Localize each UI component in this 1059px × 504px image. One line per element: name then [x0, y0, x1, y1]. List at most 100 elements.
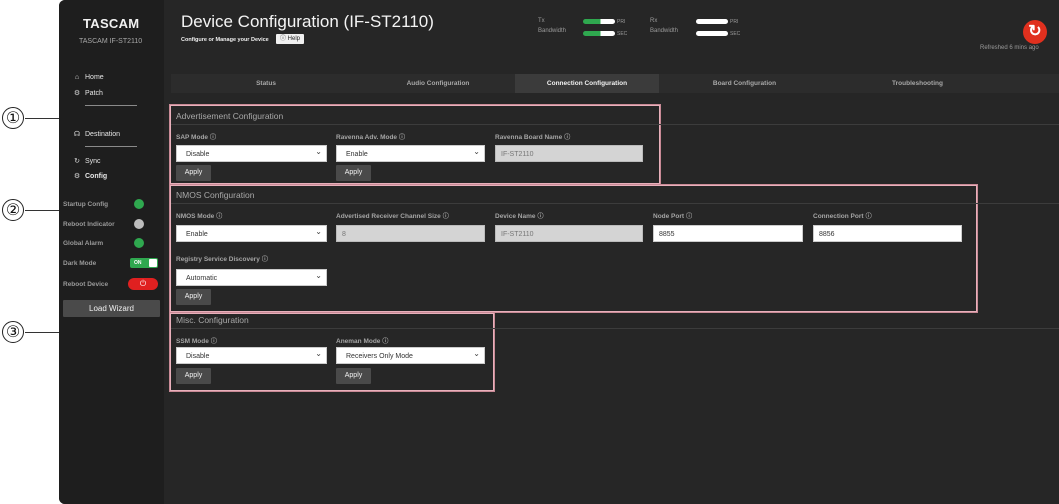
startup-config-row: Startup Config: [59, 194, 164, 214]
device-name: TASCAM IF-ST2110: [79, 38, 143, 45]
gears-icon: ⚙: [73, 173, 81, 180]
device-name-field[interactable]: IF-ST2110: [495, 225, 643, 242]
ssm-mode-select[interactable]: Disable: [176, 345, 327, 364]
sidebar-item-patch[interactable]: ⚙ Patch: [73, 89, 103, 98]
ravenna-adv-mode-select[interactable]: Enable: [336, 143, 485, 162]
rx-label: Rx: [650, 18, 658, 24]
tx-pri-bar: [583, 19, 615, 24]
tab-connection-configuration[interactable]: Connection Configuration: [515, 74, 659, 93]
device-name-label: Device Name ⓘ: [495, 213, 544, 220]
global-alarm-row: Global Alarm: [59, 233, 164, 253]
node-port-input[interactable]: 8855: [653, 225, 803, 242]
nav-divider: [85, 146, 137, 147]
brand-logo: TASCAM: [83, 16, 140, 31]
callout-1: ①: [2, 107, 24, 129]
section-divider: [171, 124, 1059, 125]
node-port-label: Node Port ⓘ: [653, 213, 693, 220]
connection-port-label: Connection Port ⓘ: [813, 213, 872, 220]
help-button[interactable]: ⓘ Help: [276, 34, 305, 44]
rx-sec-label: SEC: [730, 31, 741, 37]
ssm-mode-label: SSM Mode ⓘ: [176, 338, 217, 345]
nmos-mode-label: NMOS Mode ⓘ: [176, 213, 223, 220]
ravenna-board-name-field[interactable]: IF-ST2110: [495, 145, 643, 162]
sidebar-item-sync[interactable]: ↻ Sync: [73, 157, 101, 166]
home-icon: ⌂: [74, 74, 80, 81]
rx-pri-label: PRI: [730, 19, 739, 25]
apply-button[interactable]: Apply: [176, 165, 211, 181]
tab-board-configuration[interactable]: Board Configuration: [659, 74, 830, 93]
adv-receiver-channel-size-label: Advertised Receiver Channel Size ⓘ: [336, 213, 449, 220]
app-window: TASCAM TASCAM IF-ST2110 ⌂ Home ⚙ Patch ☊…: [59, 0, 1059, 504]
rx-pri-bar: [696, 19, 728, 24]
advertisement-section-title: Advertisement Configuration: [176, 111, 284, 121]
tab-status[interactable]: Status: [171, 74, 361, 93]
apply-button[interactable]: Apply: [176, 289, 211, 305]
info-icon: ⓘ: [686, 214, 693, 220]
sidebar-item-label: Sync: [85, 157, 101, 165]
sidebar-item-home[interactable]: ⌂ Home: [73, 74, 104, 81]
info-icon: ⓘ: [537, 214, 544, 220]
tx-bandwidth-label: Bandwidth: [538, 28, 567, 34]
registry-service-discovery-label: Registry Service Discovery ⓘ: [176, 256, 268, 263]
sidebar-item-label: Destination: [85, 130, 121, 138]
info-icon: ⓘ: [261, 257, 268, 263]
tab-audio-configuration[interactable]: Audio Configuration: [361, 74, 515, 93]
global-alarm-label: Global Alarm: [63, 239, 104, 247]
tx-pri-label: PRI: [617, 19, 626, 25]
registry-service-discovery-select[interactable]: Automatic: [176, 267, 327, 286]
misc-section-title: Misc. Configuration: [176, 315, 249, 325]
aneman-mode-select[interactable]: Receivers Only Mode: [336, 345, 485, 364]
aneman-mode-label: Aneman Mode ⓘ: [336, 338, 389, 345]
rx-sec-bar: [696, 31, 728, 36]
sap-mode-label: SAP Mode ⓘ: [176, 134, 217, 141]
sidebar-item-label: Home: [85, 74, 104, 81]
sidebar-item-label: Patch: [85, 89, 103, 97]
info-icon: ⓘ: [442, 214, 449, 220]
apply-button[interactable]: Apply: [176, 368, 211, 384]
callout-2: ②: [2, 199, 24, 221]
page-title: Device Configuration (IF-ST2110): [181, 12, 434, 31]
apply-button[interactable]: Apply: [336, 165, 371, 181]
dark-mode-label: Dark Mode: [63, 259, 97, 267]
section-divider: [171, 203, 1059, 204]
callout-3: ③: [2, 321, 24, 343]
help-label: Help: [287, 36, 301, 42]
refreshed-timestamp: Refreshed 6 mins ago: [980, 45, 1039, 51]
dark-mode-row: Dark Mode ON: [59, 253, 164, 273]
tab-troubleshooting[interactable]: Troubleshooting: [830, 74, 1005, 93]
reboot-indicator-light: [134, 219, 144, 229]
nmos-section-title: NMOS Configuration: [176, 190, 255, 200]
tx-label: Tx: [538, 18, 545, 24]
rx-bandwidth-label: Bandwidth: [650, 28, 679, 34]
headphones-icon: ☊: [73, 131, 81, 138]
patch-icon: ⚙: [73, 90, 81, 97]
info-icon: ⓘ: [564, 135, 571, 141]
tx-sec-label: SEC: [617, 31, 628, 37]
startup-config-label: Startup Config: [63, 200, 109, 208]
sap-mode-select[interactable]: Disable: [176, 143, 327, 162]
info-icon: ⓘ: [865, 214, 872, 220]
connection-port-input[interactable]: 8856: [813, 225, 962, 242]
global-alarm-light: [134, 238, 144, 248]
adv-receiver-channel-size-field[interactable]: 8: [336, 225, 485, 242]
info-icon: ⓘ: [210, 135, 217, 141]
sync-icon: ↻: [74, 158, 80, 165]
apply-button[interactable]: Apply: [336, 368, 371, 384]
dark-mode-toggle[interactable]: ON: [130, 258, 158, 268]
callout-box-2: [169, 184, 978, 313]
section-divider: [171, 328, 1059, 329]
sidebar-item-config[interactable]: ⚙ Config: [73, 172, 107, 181]
startup-config-indicator: [134, 199, 144, 209]
info-icon: ⓘ: [280, 36, 288, 42]
ravenna-board-name-label: Ravenna Board Name ⓘ: [495, 134, 571, 141]
refresh-icon[interactable]: ↻: [1023, 20, 1047, 44]
reboot-indicator-row: Reboot Indicator: [59, 214, 164, 234]
ravenna-adv-mode-label: Ravenna Adv. Mode ⓘ: [336, 134, 406, 141]
tx-sec-bar: [583, 31, 615, 36]
sidebar-item-destination[interactable]: ☊ Destination: [73, 130, 121, 139]
tab-bar: Status Audio Configuration Connection Co…: [171, 74, 1059, 93]
power-button[interactable]: ⏻: [128, 278, 158, 290]
load-wizard-button[interactable]: Load Wizard: [63, 300, 160, 317]
reboot-indicator-label: Reboot Indicator: [63, 220, 115, 228]
nmos-mode-select[interactable]: Enable: [176, 223, 327, 242]
